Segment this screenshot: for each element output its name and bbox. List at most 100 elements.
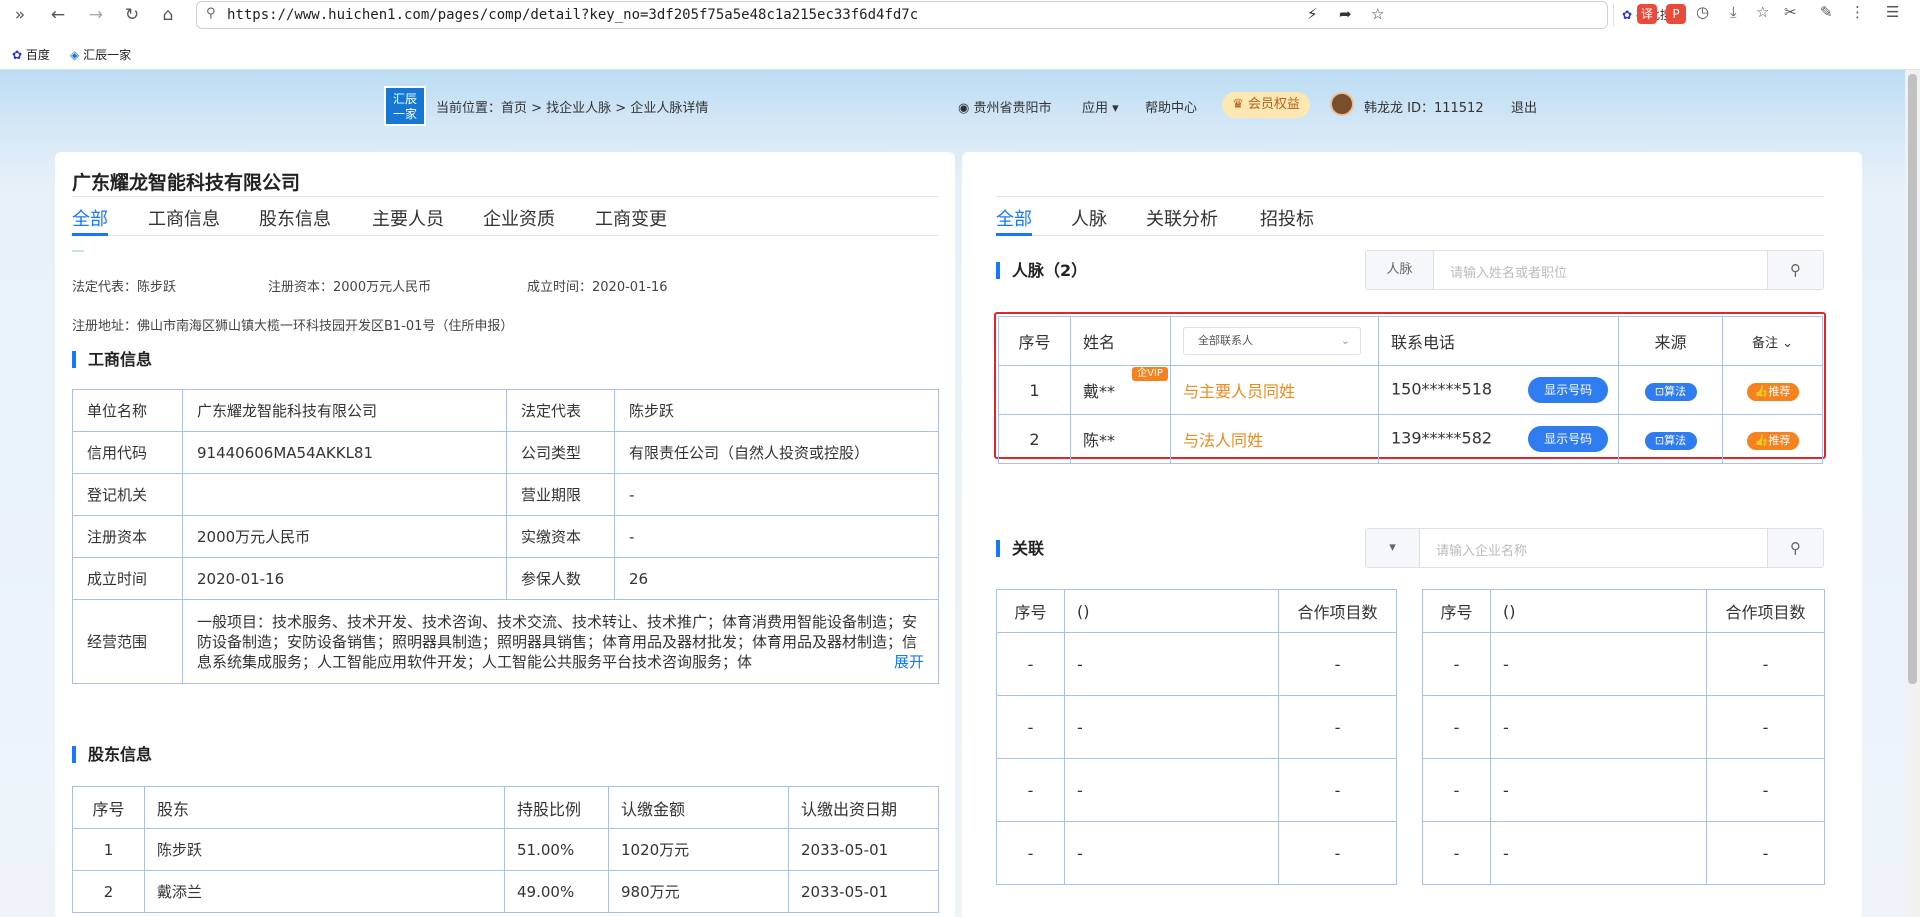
contact-name-cell: 戴** 企VIP xyxy=(1070,365,1171,415)
expand-link[interactable]: 展开 xyxy=(887,651,924,672)
pdf-extension-icon[interactable]: P xyxy=(1666,4,1686,24)
favorite-star-icon[interactable]: ☆ xyxy=(1371,5,1384,23)
location-selector[interactable]: ◉ 贵州省贵阳市 xyxy=(958,97,1052,116)
sidebar-toggle-icon[interactable]: » xyxy=(8,3,32,27)
table-row: --- xyxy=(1422,821,1825,885)
breadcrumb[interactable]: 当前位置：首页 > 找企业人脉 > 企业人脉详情 xyxy=(436,97,708,116)
scrollbar-thumb[interactable] xyxy=(1908,74,1917,684)
active-tab-indicator xyxy=(72,233,108,236)
home-icon[interactable]: ⌂ xyxy=(156,3,180,27)
tab-shareholders[interactable]: 股东信息 xyxy=(259,205,331,231)
tab-changes[interactable]: 工商变更 xyxy=(595,205,667,231)
tab-bidding[interactable]: 招投标 xyxy=(1260,205,1314,231)
translate-extension-icon[interactable]: 译 xyxy=(1637,4,1657,24)
reload-icon[interactable]: ↻ xyxy=(120,3,144,27)
address-bar[interactable]: ⚲ https://www.huichen1.com/pages/comp/de… xyxy=(196,1,1684,29)
related-search-dropdown[interactable]: ▾ xyxy=(1366,529,1420,567)
table-row: 信用代码 91440606MA54AKKL81 公司类型 有限责任公司（自然人投… xyxy=(72,431,939,474)
location-label: 贵州省贵阳市 xyxy=(973,101,1052,116)
bookmark-baidu[interactable]: ✿ 百度 xyxy=(12,46,50,63)
field-label: 登记机关 xyxy=(72,473,183,516)
note-cell: 👍推荐 xyxy=(1722,365,1823,415)
shareholders-table: 序号 股东 持股比例 认缴金额 认缴出资日期 1 陈步跃 51.00% 1020… xyxy=(72,786,939,913)
algorithm-badge: ⊡算法 xyxy=(1644,382,1697,401)
recommend-badge[interactable]: 👍推荐 xyxy=(1746,382,1799,401)
thumbs-up-icon: 👍 xyxy=(1754,433,1769,447)
cell: - xyxy=(1064,695,1279,759)
table-row: 2 陈** 与法人同姓 139*****582 显示号码 ⊡算法 👍推荐 xyxy=(998,414,1823,464)
cell: - xyxy=(1706,632,1825,696)
field-label: 经营范围 xyxy=(72,599,183,684)
extensions-icon[interactable]: ✎ xyxy=(1820,3,1833,21)
table-row: 单位名称 广东耀龙智能科技有限公司 法定代表 陈步跃 xyxy=(72,389,939,432)
crown-icon: ♛ xyxy=(1232,97,1244,112)
column-header: 姓名 xyxy=(1070,316,1171,366)
column-header: 序号 xyxy=(998,316,1071,366)
back-icon[interactable]: ← xyxy=(46,3,70,27)
note-cell: 👍推荐 xyxy=(1722,414,1823,464)
search-button[interactable]: ⚲ xyxy=(1767,251,1823,289)
table-row: --- xyxy=(996,632,1397,696)
contacts-search-input[interactable]: 请输入姓名或者职位 xyxy=(1450,262,1567,281)
history-icon[interactable]: ◷ xyxy=(1696,3,1709,21)
company-name: 广东耀龙智能科技有限公司 xyxy=(72,172,301,194)
tab-business-info[interactable]: 工商信息 xyxy=(148,205,220,231)
site-logo[interactable]: 汇辰 一家 xyxy=(384,86,426,126)
field-value: 2020-01-16 xyxy=(182,557,507,600)
contacts-search-label: 人脉 xyxy=(1366,251,1434,289)
table-header-row: 序号 姓名 全部联系人 ⌄ 联系电话 来源 备注 ⌄ xyxy=(998,316,1823,366)
apps-menu[interactable]: 应用 ▾ xyxy=(1082,97,1119,116)
bookmark-huichen[interactable]: ◈ 汇辰一家 xyxy=(70,46,131,63)
share-icon[interactable]: ➦ xyxy=(1339,5,1352,23)
search-button[interactable]: ⚲ xyxy=(1767,529,1823,567)
tab-all[interactable]: 全部 xyxy=(996,205,1032,231)
cell: - xyxy=(996,758,1065,822)
table-row: --- xyxy=(996,758,1397,822)
contact-filter-dropdown[interactable]: 全部联系人 ⌄ xyxy=(1183,327,1361,355)
forward-icon[interactable]: → xyxy=(84,3,108,27)
related-search-input[interactable]: 请输入企业名称 xyxy=(1436,540,1527,559)
show-number-button[interactable]: 显示号码 xyxy=(1528,377,1609,403)
contact-name[interactable]: 陈** xyxy=(1083,431,1115,450)
contact-name[interactable]: 戴** xyxy=(1083,382,1115,401)
tab-qualifications[interactable]: 企业资质 xyxy=(483,205,555,231)
show-number-button[interactable]: 显示号码 xyxy=(1528,426,1609,452)
cell: 2033-05-01 xyxy=(788,870,939,913)
chevron-down-icon: ⌄ xyxy=(1340,334,1350,347)
column-header-label: 备注 xyxy=(1751,335,1778,351)
column-header: 序号 xyxy=(72,786,145,829)
cell: 1020万元 xyxy=(608,828,789,871)
cell: - xyxy=(1278,758,1397,822)
note-filter[interactable]: 备注 ⌄ xyxy=(1722,316,1823,366)
shareholder-name[interactable]: 陈步跃 xyxy=(144,828,505,871)
recommend-badge[interactable]: 👍推荐 xyxy=(1746,431,1799,450)
shareholder-name[interactable]: 戴添兰 xyxy=(144,870,505,913)
cell: - xyxy=(1490,821,1707,885)
vip-benefits-button[interactable]: ♛ 会员权益 xyxy=(1222,92,1310,118)
hamburger-menu-icon[interactable]: ☰ xyxy=(1886,3,1899,21)
contact-name-cell: 陈** xyxy=(1070,414,1171,464)
avatar[interactable] xyxy=(1330,92,1354,116)
download-icon[interactable]: ⤓ xyxy=(1730,3,1737,21)
tab-related-analysis[interactable]: 关联分析 xyxy=(1146,205,1218,231)
screenshot-icon[interactable]: ✂ xyxy=(1784,3,1797,21)
registered-capital: 注册资本：2000万元人民币 xyxy=(268,280,432,295)
column-header: () xyxy=(1064,589,1279,633)
url-text[interactable]: https://www.huichen1.com/pages/comp/deta… xyxy=(227,7,918,23)
tab-all[interactable]: 全部 xyxy=(72,205,108,231)
company-tabs: 全部 工商信息 股东信息 主要人员 企业资质 工商变更 xyxy=(72,196,938,236)
column-header: 序号 xyxy=(996,589,1065,633)
column-header: 认缴出资日期 xyxy=(788,786,939,829)
source-label: 算法 xyxy=(1664,384,1687,398)
tab-key-personnel[interactable]: 主要人员 xyxy=(372,205,444,231)
lightning-icon[interactable]: ⚡ xyxy=(1307,5,1318,23)
menu-dots-icon[interactable]: ⋮ xyxy=(1850,3,1865,21)
bookmark-star-icon[interactable]: ☆ xyxy=(1756,3,1769,21)
logout-link[interactable]: 退出 xyxy=(1511,97,1537,116)
field-value: 陈步跃 xyxy=(614,389,939,432)
help-center-link[interactable]: 帮助中心 xyxy=(1145,97,1197,116)
caret-down-icon: ▾ xyxy=(1112,101,1119,116)
bookmark-label: 汇辰一家 xyxy=(83,48,132,62)
baidu-paw-icon: ✿ xyxy=(1622,8,1633,22)
tab-contacts[interactable]: 人脉 xyxy=(1071,205,1107,231)
